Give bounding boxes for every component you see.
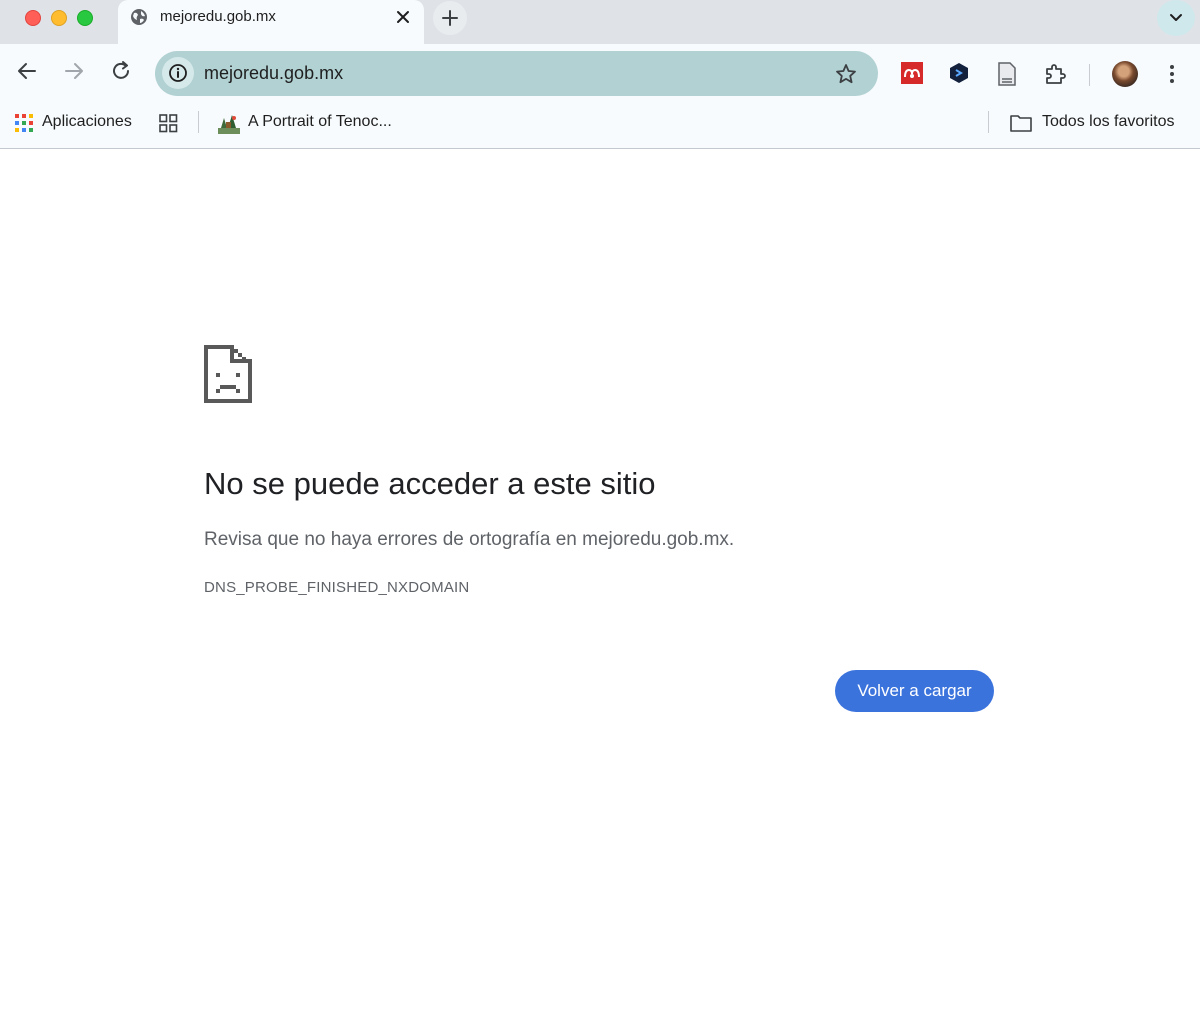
avatar[interactable] [1112, 61, 1138, 87]
error-description: Revisa que no haya errores de ortografía… [204, 529, 735, 550]
document-icon[interactable] [997, 62, 1017, 86]
close-icon[interactable] [393, 7, 413, 27]
tab-groups-icon[interactable] [159, 114, 178, 133]
url-text[interactable]: mejoredu.gob.mx [204, 63, 343, 84]
chevron-down-icon [1170, 14, 1182, 21]
new-tab-button[interactable] [433, 1, 467, 35]
window-minimize-button[interactable] [51, 10, 67, 26]
bookmarks-separator [988, 111, 989, 133]
info-icon [169, 64, 187, 82]
window-maximize-button[interactable] [77, 10, 93, 26]
error-code: DNS_PROBE_FINISHED_NXDOMAIN [204, 579, 470, 596]
puzzle-icon[interactable] [1043, 62, 1067, 86]
folder-icon[interactable] [1010, 114, 1032, 132]
error-title: No se puede acceder a este sitio [204, 466, 656, 501]
apps-grid-icon[interactable] [15, 114, 33, 132]
toolbar-separator [1089, 64, 1090, 86]
forward-arrow-icon[interactable] [62, 59, 86, 83]
more-vert-icon[interactable] [1163, 63, 1181, 85]
site-info-button[interactable] [162, 57, 194, 89]
reload-button[interactable]: Volver a cargar [835, 670, 994, 712]
globe-icon [131, 9, 147, 25]
tab-search-button[interactable] [1157, 0, 1195, 36]
all-bookmarks[interactable]: Todos los favoritos [1042, 113, 1175, 131]
error-page: No se puede acceder a este sitio Revisa … [0, 150, 1200, 1025]
window-close-button[interactable] [25, 10, 41, 26]
tab-title: mejoredu.gob.mx [160, 8, 276, 25]
bookmark-apps[interactable]: Aplicaciones [42, 113, 132, 131]
back-arrow-icon[interactable] [15, 59, 39, 83]
reload-icon[interactable] [109, 59, 133, 83]
sad-document-icon [204, 345, 252, 403]
bookmarks-separator [198, 111, 199, 133]
portrait-favicon [218, 115, 240, 134]
bookmarks-bar: Aplicaciones A Portrait of Tenoc... Todo… [0, 104, 1200, 149]
mendeley-icon[interactable] [901, 62, 923, 84]
star-icon[interactable] [835, 63, 857, 85]
address-bar[interactable]: mejoredu.gob.mx [155, 51, 878, 96]
bookmark-portrait[interactable]: A Portrait of Tenoc... [248, 113, 392, 131]
tab-active[interactable]: mejoredu.gob.mx [118, 0, 424, 44]
plus-icon [442, 10, 458, 26]
extension-dark-icon[interactable] [949, 62, 969, 84]
toolbar: mejoredu.gob.mx [0, 44, 1200, 104]
tab-strip: mejoredu.gob.mx [0, 0, 1200, 44]
